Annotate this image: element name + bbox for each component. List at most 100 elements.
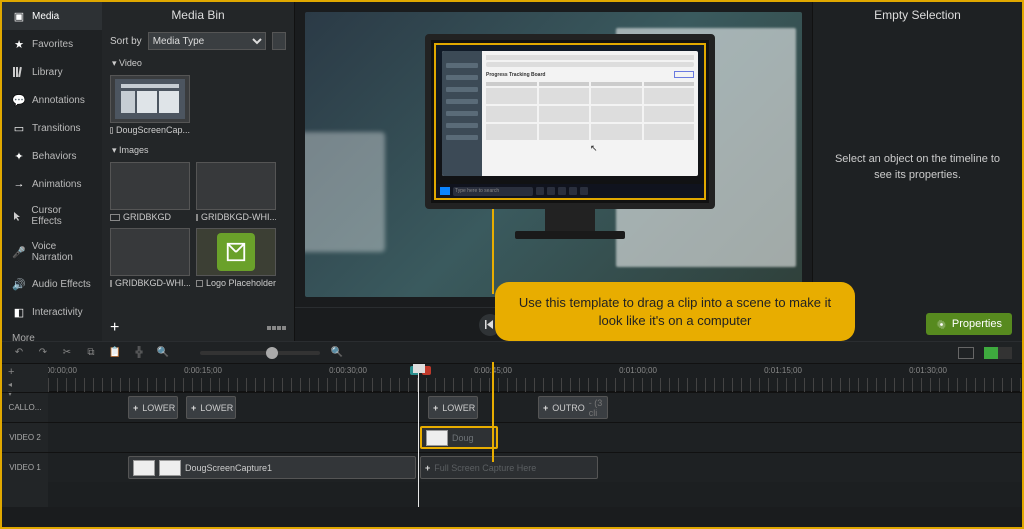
taskbar: Type here to search — [436, 184, 704, 198]
timeline-body: + ◂▾ CALLO... VIDEO 2 VIDEO 1 0:00:00;00… — [2, 364, 1022, 507]
tool-label: Animations — [32, 179, 81, 190]
tool-transitions[interactable]: ▭ Transitions — [2, 114, 102, 142]
zoom-knob[interactable] — [266, 347, 278, 359]
bin-caption: GRIDBKGD — [123, 212, 171, 222]
tool-label: Interactivity — [32, 307, 83, 318]
bin-item-video[interactable]: DougScreenCap... — [110, 75, 190, 135]
tool-audio-effects[interactable]: 🔊 Audio Effects — [2, 270, 102, 298]
magnet-toggle[interactable] — [984, 347, 1012, 359]
bin-item-image[interactable]: GRIDBKGD-WHI... — [196, 162, 276, 222]
bin-item-image[interactable]: GRIDBKGD — [110, 162, 190, 222]
tool-library[interactable]: Library — [2, 58, 102, 86]
interactivity-icon: ◧ — [12, 305, 26, 319]
windows-icon — [440, 187, 450, 195]
tool-label: Cursor Effects — [31, 205, 92, 227]
callout-pointer — [492, 209, 494, 294]
bin-caption: Logo Placeholder — [206, 278, 276, 288]
copy-button[interactable]: ⧉ — [84, 346, 98, 360]
ruler-tick: 0:00:15;00 — [184, 366, 222, 375]
clip-placeholder[interactable]: +Full Screen Capture Here — [420, 456, 598, 479]
tool-media[interactable]: ▣ Media — [2, 2, 102, 30]
media-bin-panel: Media Bin Sort by Media Type ▾ Video Dou… — [102, 2, 295, 341]
star-icon: ★ — [12, 37, 26, 51]
bin-caption: GRIDBKGD-WHI... — [115, 278, 190, 288]
monitor-mockup: Progress Tracking Board ↖ — [425, 34, 715, 239]
clip-outro[interactable]: +OUTRO - (3 cli — [538, 396, 608, 419]
tool-animations[interactable]: → Animations — [2, 170, 102, 198]
properties-button[interactable]: Properties — [926, 313, 1012, 335]
redo-button[interactable]: ↷ — [36, 346, 50, 360]
tool-interactivity[interactable]: ◧ Interactivity — [2, 298, 102, 326]
tool-behaviors[interactable]: ✦ Behaviors — [2, 142, 102, 170]
image-type-icon — [196, 280, 203, 287]
sort-order-button[interactable] — [272, 32, 286, 50]
ruler-tick: 0:01:30;00 — [909, 366, 947, 375]
image-type-icon — [196, 214, 198, 221]
clip-lower[interactable]: +LOWER — [428, 396, 478, 419]
tool-label: Transitions — [32, 123, 81, 134]
track-label[interactable]: VIDEO 2 — [2, 422, 48, 452]
callout-bubble: Use this template to drag a clip into a … — [495, 282, 855, 341]
clip-thumb — [133, 460, 155, 476]
clip-video1[interactable]: DougScreenCapture1 — [128, 456, 416, 479]
screen-drop-zone[interactable]: Progress Tracking Board ↖ — [434, 43, 706, 200]
cut-button[interactable]: ✂ — [60, 346, 74, 360]
bin-caption: GRIDBKGD-WHI... — [201, 212, 276, 222]
add-track-button[interactable]: + — [2, 364, 48, 380]
track-callouts[interactable]: +LOWER +LOWER +LOWER +OUTRO - (3 cli — [48, 392, 1022, 422]
playhead[interactable]: 00:00:40;24 — [418, 364, 419, 507]
time-ruler[interactable]: 0:00:00;00 0:00:15;00 0:00:30;00 0:00:45… — [48, 364, 1022, 392]
split-button[interactable]: ╬ — [132, 346, 146, 360]
toolbox-panel: ▣ Media ★ Favorites Library 💬 Annotation… — [2, 2, 102, 341]
zoom-slider[interactable] — [200, 351, 320, 355]
tool-cursor-effects[interactable]: Cursor Effects — [2, 198, 102, 234]
clip-thumb — [159, 460, 181, 476]
browser-window: Progress Tracking Board ↖ — [442, 51, 698, 176]
library-icon — [12, 65, 26, 79]
tool-label: Audio Effects — [32, 279, 91, 290]
undo-button[interactable]: ↶ — [12, 346, 26, 360]
clip-lower[interactable]: +LOWER — [128, 396, 178, 419]
track-video-1[interactable]: DougScreenCapture1 +Full Screen Capture … — [48, 452, 1022, 482]
properties-title: Empty Selection — [813, 2, 1022, 28]
callout-pointer — [492, 362, 494, 462]
image-thumb — [196, 162, 276, 210]
bin-item-image[interactable]: GRIDBKGD-WHI... — [110, 228, 190, 288]
tool-annotations[interactable]: 💬 Annotations — [2, 86, 102, 114]
tool-voice-narration[interactable]: 🎤 Voice Narration — [2, 234, 102, 270]
clip-lower[interactable]: +LOWER — [186, 396, 236, 419]
tool-label: Behaviors — [32, 151, 76, 162]
logo-thumb — [196, 228, 276, 276]
zoom-in-button[interactable]: 🔍 — [330, 346, 344, 360]
zoom-out-button[interactable]: 🔍 — [156, 346, 170, 360]
timeline-view-button[interactable] — [958, 347, 974, 359]
video-thumb — [110, 75, 190, 123]
track-video-2[interactable]: Doug — [48, 422, 1022, 452]
media-bin-title: Media Bin — [102, 2, 294, 28]
canvas-scene: Progress Tracking Board ↖ — [305, 12, 802, 297]
tool-label: Voice Narration — [32, 241, 92, 263]
sort-select[interactable]: Media Type — [148, 32, 266, 50]
track-label[interactable]: VIDEO 1 — [2, 452, 48, 482]
paste-button[interactable]: 📋 — [108, 346, 122, 360]
tracks-area[interactable]: 0:00:00;00 0:00:15;00 0:00:30;00 0:00:45… — [48, 364, 1022, 507]
view-grid-button[interactable] — [267, 326, 286, 330]
clip-selected[interactable]: Doug — [420, 426, 498, 449]
animations-icon: → — [12, 177, 26, 191]
tool-label: Media — [32, 11, 59, 22]
track-label[interactable]: CALLO... — [2, 392, 48, 422]
tool-label: Annotations — [32, 95, 85, 106]
top-area: ▣ Media ★ Favorites Library 💬 Annotation… — [2, 2, 1022, 341]
add-media-button[interactable]: + — [110, 319, 119, 337]
canvas-panel: Progress Tracking Board ↖ — [295, 2, 812, 341]
tool-label: Library — [32, 67, 63, 78]
bg-object — [305, 132, 385, 252]
bin-caption: DougScreenCap... — [116, 125, 190, 135]
tool-favorites[interactable]: ★ Favorites — [2, 30, 102, 58]
cursor-icon: ↖ — [590, 143, 598, 154]
timeline-toolbar: ↶ ↷ ✂ ⧉ 📋 ╬ 🔍 🔍 — [2, 342, 1022, 364]
speaker-icon: 🔊 — [12, 277, 26, 291]
bin-item-image[interactable]: Logo Placeholder — [196, 228, 276, 288]
section-video: ▾ Video — [102, 52, 294, 71]
preview-canvas[interactable]: Progress Tracking Board ↖ — [295, 2, 812, 307]
